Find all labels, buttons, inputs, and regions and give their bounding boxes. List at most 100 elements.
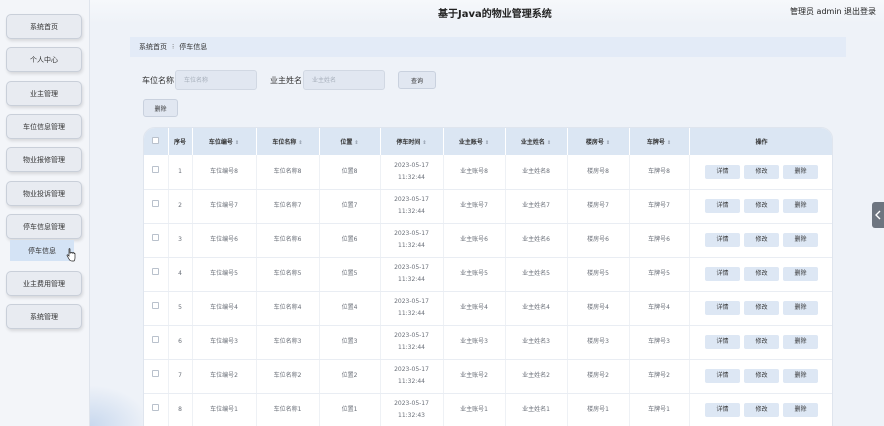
detail-button[interactable]: 详情 bbox=[705, 267, 740, 281]
cell-no: 8 bbox=[168, 393, 193, 426]
table-row: 5 车位编号4 车位名称4 位置4 2023-05-17 11:32:44 业主账号4 业主… bbox=[144, 291, 832, 326]
row-actions: 详情 修改 删除 bbox=[689, 291, 832, 326]
edit-button[interactable]: 修改 bbox=[744, 199, 779, 213]
sort-icon[interactable]: ⇕ bbox=[422, 140, 426, 146]
detail-button[interactable]: 详情 bbox=[705, 164, 740, 179]
row-checkbox[interactable] bbox=[152, 404, 160, 411]
sort-icon[interactable]: ⇕ bbox=[354, 140, 358, 146]
row-checkbox[interactable] bbox=[152, 370, 160, 377]
cell-name: 车位名称7 bbox=[256, 189, 320, 224]
sidebar-item-label: 系统首页 bbox=[30, 22, 58, 31]
sort-icon[interactable]: ⇕ bbox=[298, 140, 302, 146]
cell-plate: 车牌号6 bbox=[629, 223, 690, 258]
cell-bld: 楼房号2 bbox=[567, 359, 630, 394]
column-header: 操作 bbox=[689, 128, 832, 155]
row-select-cell bbox=[144, 325, 169, 360]
breadcrumb-home[interactable]: 系统首页 bbox=[139, 42, 167, 52]
sidebar-item-owner-fee-management[interactable]: 业主费用管理 bbox=[6, 271, 82, 296]
sidebar-item-personal-center[interactable]: 个人中心 bbox=[6, 47, 82, 72]
cell-code: 车位编号5 bbox=[192, 257, 257, 292]
delete-button[interactable]: 删除 bbox=[783, 369, 818, 383]
cell-plate: 车牌号1 bbox=[629, 393, 690, 426]
batch-delete-button[interactable]: 删除 bbox=[143, 99, 178, 117]
detail-button[interactable]: 详情 bbox=[705, 199, 740, 213]
column-header[interactable]: 停车时间 ⇕ bbox=[380, 128, 444, 155]
parking-name-input[interactable] bbox=[175, 70, 257, 90]
cell-bld: 楼房号1 bbox=[567, 393, 630, 426]
sidebar-item-system-management[interactable]: 系统管理 bbox=[6, 304, 82, 329]
cell-time: 2023-05-17 11:32:44 bbox=[380, 189, 444, 224]
delete-button[interactable]: 删除 bbox=[783, 233, 818, 247]
edit-button[interactable]: 修改 bbox=[744, 301, 779, 315]
row-actions: 详情 修改 删除 bbox=[689, 325, 832, 360]
query-button[interactable]: 查询 bbox=[398, 71, 436, 89]
edit-button[interactable]: 修改 bbox=[744, 403, 779, 417]
sort-icon[interactable]: ⇕ bbox=[547, 140, 551, 146]
row-actions: 详情 修改 删除 bbox=[689, 189, 832, 224]
sidebar-item-parking-space-management[interactable]: 车位信息管理 bbox=[6, 114, 82, 139]
row-checkbox[interactable] bbox=[152, 268, 160, 275]
column-header[interactable]: 业主账号 ⇕ bbox=[443, 128, 506, 155]
sidebar-item-complaint-management[interactable]: 物业投诉管理 bbox=[6, 181, 82, 206]
row-checkbox[interactable] bbox=[152, 165, 160, 173]
sidebar-item-repair-management[interactable]: 物业报修管理 bbox=[6, 147, 82, 172]
collapse-tab[interactable] bbox=[872, 202, 884, 228]
cell-owner: 业主姓名1 bbox=[505, 393, 568, 426]
row-checkbox[interactable] bbox=[152, 200, 160, 207]
sort-icon[interactable]: ⇕ bbox=[235, 140, 239, 146]
edit-button[interactable]: 修改 bbox=[744, 335, 779, 349]
select-all-checkbox[interactable] bbox=[152, 137, 160, 144]
owner-name-input[interactable] bbox=[303, 70, 385, 90]
column-header[interactable]: 位置 ⇕ bbox=[319, 128, 381, 155]
column-header[interactable]: 楼房号 ⇕ bbox=[567, 128, 630, 155]
delete-button[interactable]: 删除 bbox=[783, 403, 818, 417]
sidebar-subitem-parking-info[interactable]: 停车信息 bbox=[10, 240, 74, 261]
sidebar-item-label: 个人中心 bbox=[30, 55, 58, 64]
row-select-cell bbox=[144, 291, 169, 326]
column-header[interactable]: 车位名称 ⇕ bbox=[256, 128, 320, 155]
delete-button[interactable]: 删除 bbox=[783, 267, 818, 281]
row-checkbox[interactable] bbox=[152, 302, 160, 309]
sort-icon[interactable]: ⇕ bbox=[667, 140, 671, 146]
edit-button[interactable]: 修改 bbox=[744, 233, 779, 247]
delete-button[interactable]: 删除 bbox=[783, 199, 818, 213]
cell-acct: 业主账号7 bbox=[443, 189, 506, 224]
delete-button[interactable]: 删除 bbox=[783, 164, 818, 179]
delete-button[interactable]: 删除 bbox=[783, 335, 818, 349]
cell-code: 车位编号3 bbox=[192, 325, 257, 360]
row-checkbox[interactable] bbox=[152, 336, 160, 343]
detail-button[interactable]: 详情 bbox=[705, 335, 740, 349]
table-row: 4 车位编号5 车位名称5 位置5 2023-05-17 11:32:44 业主账号5 业主… bbox=[144, 257, 832, 292]
sidebar-item-owner-management[interactable]: 业主管理 bbox=[6, 81, 82, 106]
sidebar-item-parking-info-management[interactable]: 停车信息管理 bbox=[6, 214, 82, 239]
cell-acct: 业主账号3 bbox=[443, 325, 506, 360]
detail-button[interactable]: 详情 bbox=[705, 403, 740, 417]
cell-bld: 楼房号7 bbox=[567, 189, 630, 224]
sidebar-item-label: 车位信息管理 bbox=[23, 122, 65, 131]
logout-link[interactable]: 退出登录 bbox=[844, 6, 876, 17]
sort-icon[interactable]: ⇕ bbox=[606, 140, 610, 146]
edit-button[interactable]: 修改 bbox=[744, 164, 779, 179]
sort-icon[interactable]: ⇕ bbox=[485, 140, 489, 146]
column-header[interactable]: 车位编号 ⇕ bbox=[192, 128, 257, 155]
cell-loc: 位置1 bbox=[319, 393, 381, 426]
sidebar-item-home[interactable]: 系统首页 bbox=[6, 14, 82, 39]
detail-button[interactable]: 详情 bbox=[705, 301, 740, 315]
cell-code: 车位编号8 bbox=[192, 155, 257, 190]
cell-name: 车位名称1 bbox=[256, 393, 320, 426]
row-select-cell bbox=[144, 155, 169, 190]
edit-button[interactable]: 修改 bbox=[744, 369, 779, 383]
column-header[interactable]: 车牌号 ⇕ bbox=[629, 128, 690, 155]
detail-button[interactable]: 详情 bbox=[705, 233, 740, 247]
delete-button[interactable]: 删除 bbox=[783, 301, 818, 315]
cell-no: 4 bbox=[168, 257, 193, 292]
column-header[interactable]: 业主姓名 ⇕ bbox=[505, 128, 568, 155]
row-actions: 详情 修改 删除 bbox=[689, 257, 832, 292]
cell-plate: 车牌号3 bbox=[629, 325, 690, 360]
column-header-label: 业主姓名 bbox=[520, 139, 545, 146]
detail-button[interactable]: 详情 bbox=[705, 369, 740, 383]
cell-owner: 业主姓名3 bbox=[505, 325, 568, 360]
cell-code: 车位编号2 bbox=[192, 359, 257, 394]
row-checkbox[interactable] bbox=[152, 234, 160, 241]
edit-button[interactable]: 修改 bbox=[744, 267, 779, 281]
